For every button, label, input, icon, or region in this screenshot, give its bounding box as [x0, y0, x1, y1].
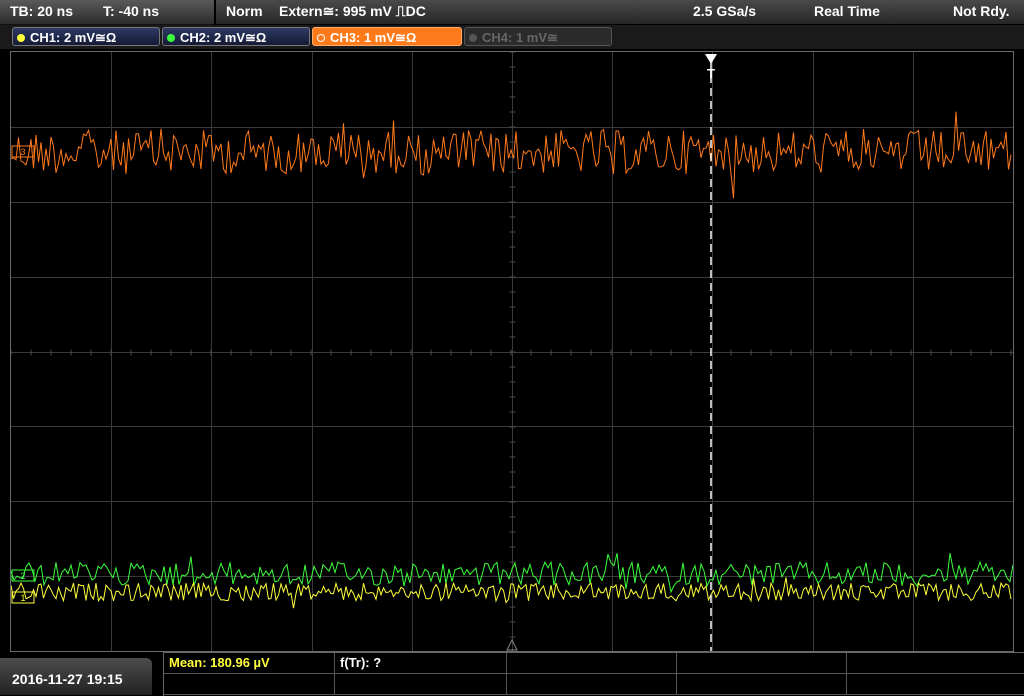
- measurement-cell-8[interactable]: [507, 674, 677, 695]
- acquisition-mode-label[interactable]: Real Time: [814, 3, 880, 19]
- measurement-cell-7[interactable]: [335, 674, 507, 695]
- measurement-cell-10[interactable]: [847, 674, 1024, 695]
- ch3-level-marker-label: 3: [20, 147, 25, 157]
- ch1-button[interactable]: CH1: 2 mV≅Ω: [12, 27, 160, 46]
- frequency-measurement[interactable]: f(Tr): ?: [335, 653, 507, 674]
- measurement-cell-4[interactable]: [677, 653, 847, 674]
- ch3-label: CH3: 1 mV≅Ω: [330, 30, 417, 45]
- ch2-label: CH2: 2 mV≅Ω: [180, 30, 267, 45]
- waveform-display[interactable]: T 3 2 1: [10, 51, 1014, 652]
- trigger-mode-label[interactable]: Norm: [226, 3, 263, 19]
- ch1-label: CH1: 2 mV≅Ω: [30, 30, 117, 45]
- ch2-button[interactable]: CH2: 2 mV≅Ω: [162, 27, 310, 46]
- ch1-level-marker-label: 1: [20, 593, 25, 603]
- ch4-button[interactable]: CH4: 1 mV≅: [464, 27, 612, 46]
- mean-measurement[interactable]: Mean: 180.96 µV: [164, 653, 335, 674]
- datetime-label: 2016-11-27 19:15: [12, 671, 123, 687]
- timebase-panel[interactable]: TB: 20 ns T: -40 ns: [0, 0, 214, 25]
- ch4-label: CH4: 1 mV≅: [482, 30, 558, 45]
- ch1-color-dot: [17, 34, 25, 42]
- bottom-bar: 2016-11-27 19:15 Mean: 180.96 µV f(Tr): …: [0, 652, 1024, 696]
- ch2-color-dot: [167, 34, 175, 42]
- measurement-cell-3[interactable]: [507, 653, 677, 674]
- trigger-arrow-icon: [705, 54, 717, 64]
- ch3-color-dot: [317, 34, 325, 42]
- ch4-color-dot: [469, 34, 477, 42]
- top-status-bar: TB: 20 ns T: -40 ns Norm Extern≅: 995 mV…: [0, 0, 1024, 25]
- trigger-offset-label[interactable]: T: -40 ns: [103, 3, 159, 19]
- run-status-label: Not Rdy.: [953, 3, 1010, 19]
- waveform-grid: T 3 2 1: [11, 52, 1013, 651]
- measurement-table[interactable]: Mean: 180.96 µV f(Tr): ?: [163, 652, 1024, 696]
- trigger-source-label[interactable]: Extern≅: 995 mV ⎍DC: [279, 3, 426, 20]
- ch3-waveform: [11, 111, 1012, 199]
- datetime-panel: 2016-11-27 19:15: [0, 658, 152, 695]
- sample-rate-label[interactable]: 2.5 GSa/s: [693, 3, 756, 19]
- ch3-button[interactable]: CH3: 1 mV≅Ω: [312, 27, 462, 46]
- ch2-level-marker-label: 2: [20, 571, 25, 581]
- measurement-cell-9[interactable]: [677, 674, 847, 695]
- trigger-panel[interactable]: Norm Extern≅: 995 mV ⎍DC 2.5 GSa/s Real …: [216, 0, 1024, 24]
- trigger-marker-label: T: [707, 66, 715, 81]
- timebase-label[interactable]: TB: 20 ns: [10, 3, 73, 19]
- measurement-cell-6[interactable]: [164, 674, 335, 695]
- channel-bar: CH1: 2 mV≅Ω CH2: 2 mV≅Ω CH3: 1 mV≅Ω CH4:…: [0, 25, 1024, 49]
- measurement-cell-5[interactable]: [847, 653, 1024, 674]
